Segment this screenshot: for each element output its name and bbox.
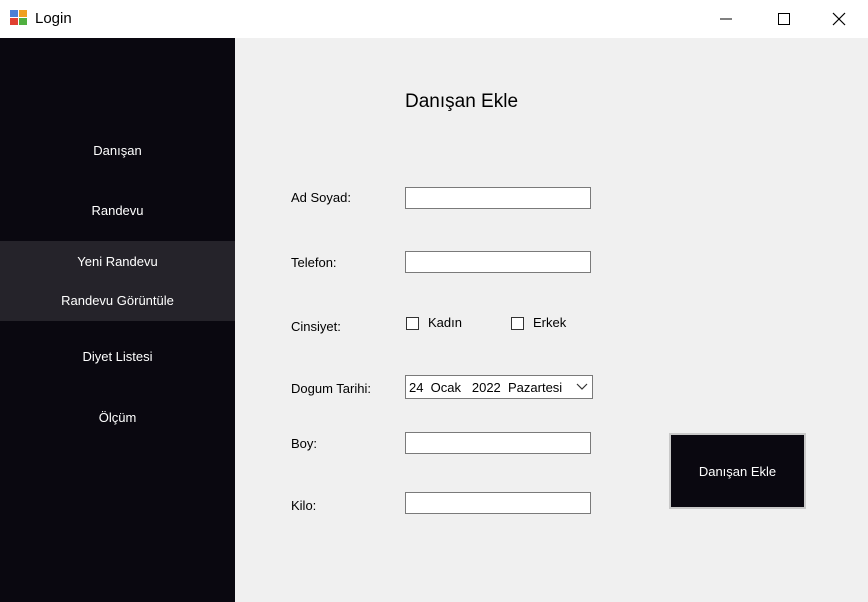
minimize-button[interactable] <box>697 0 755 38</box>
sidebar-item-randevu-goruntule[interactable]: Randevu Görüntüle <box>0 293 235 308</box>
page-title: Danışan Ekle <box>405 91 519 112</box>
name-label: Ad Soyad: <box>291 190 351 205</box>
sidebar-item-danisan[interactable]: Danışan <box>0 143 235 158</box>
sidebar-item-olcum[interactable]: Ölçüm <box>0 410 235 425</box>
app-icon <box>10 10 28 26</box>
height-input[interactable] <box>405 432 591 454</box>
chevron-down-icon[interactable] <box>576 382 588 392</box>
weight-input[interactable] <box>405 492 591 514</box>
birthdate-picker[interactable]: 24 Ocak 2022 Pazartesi <box>405 375 593 399</box>
phone-input[interactable] <box>405 251 591 273</box>
male-checkbox[interactable] <box>511 317 524 330</box>
birthdate-value: 24 Ocak 2022 Pazartesi <box>409 380 563 395</box>
randevu-submenu: Yeni Randevu Randevu Görüntüle <box>0 241 235 321</box>
sidebar-item-yeni-randevu[interactable]: Yeni Randevu <box>0 254 235 269</box>
sidebar-item-randevu[interactable]: Randevu <box>0 203 235 218</box>
window-title: Login <box>35 10 72 27</box>
add-client-button[interactable]: Danışan Ekle <box>669 433 806 509</box>
phone-label: Telefon: <box>291 255 337 270</box>
maximize-button[interactable] <box>755 0 813 38</box>
gender-label: Cinsiyet: <box>291 319 341 334</box>
close-icon <box>832 12 846 26</box>
female-checkbox[interactable] <box>406 317 419 330</box>
female-label: Kadın <box>428 315 462 330</box>
height-label: Boy: <box>291 436 318 451</box>
weight-label: Kilo: <box>291 498 317 513</box>
sidebar: Danışan Randevu Yeni Randevu Randevu Gör… <box>0 38 235 602</box>
main-content: Danışan Ekle Ad Soyad: Telefon: Cinsiyet… <box>235 38 868 602</box>
sidebar-item-diyet-listesi[interactable]: Diyet Listesi <box>0 349 235 364</box>
male-label: Erkek <box>533 315 567 330</box>
title-bar: Login <box>0 0 868 38</box>
minimize-icon <box>720 18 732 20</box>
name-input[interactable] <box>405 187 591 209</box>
birthdate-label: Dogum Tarihi: <box>291 381 371 396</box>
maximize-icon <box>778 13 790 25</box>
close-button[interactable] <box>810 0 868 38</box>
add-client-button-label: Danışan Ekle <box>698 463 777 479</box>
